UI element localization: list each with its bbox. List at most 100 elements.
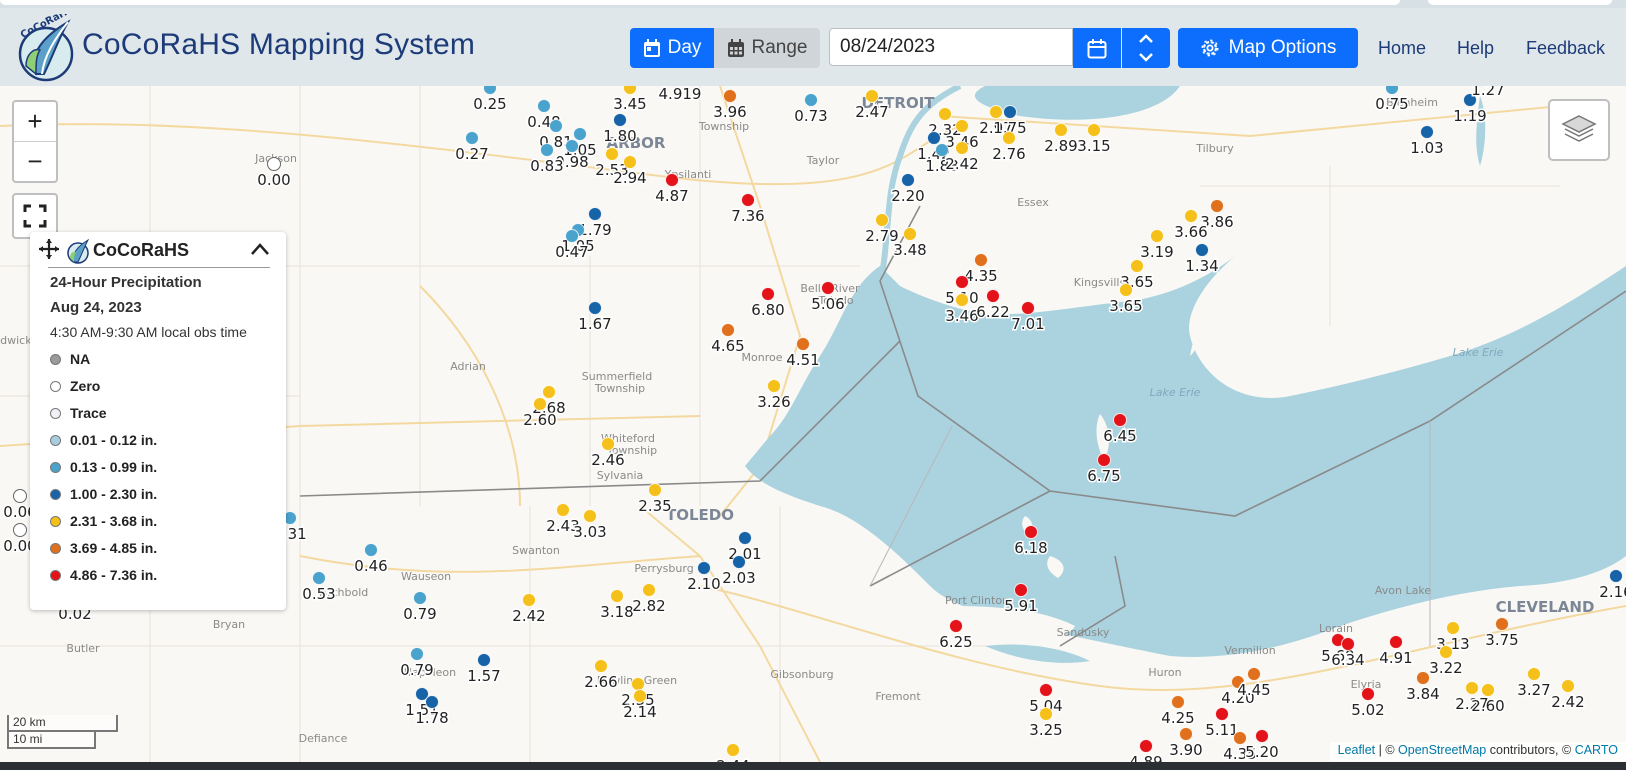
station-dot[interactable] [1561, 679, 1575, 693]
station-dot[interactable] [573, 127, 587, 141]
station-dot[interactable] [1465, 681, 1479, 695]
station-dot[interactable] [483, 86, 497, 95]
station-dot[interactable] [741, 193, 755, 207]
station-dot[interactable] [1119, 283, 1133, 297]
station-dot[interactable] [1495, 617, 1509, 631]
range-button[interactable]: Range [714, 28, 820, 68]
carto-link[interactable]: CARTO [1575, 743, 1618, 757]
station-marker[interactable]: 4.919 [657, 86, 703, 105]
calendar-button[interactable] [1073, 28, 1121, 68]
map-canvas[interactable]: JacksonDETROITTaylorTownshipEssexTilbury… [0, 86, 1626, 762]
station-dot[interactable] [542, 385, 556, 399]
station-dot[interactable] [1087, 123, 1101, 137]
station-dot[interactable] [642, 583, 656, 597]
station-dot[interactable] [986, 289, 1000, 303]
station-dot[interactable] [613, 113, 627, 127]
station-dot[interactable] [1439, 645, 1453, 659]
station-dot[interactable] [588, 207, 602, 221]
station-dot[interactable] [903, 227, 917, 241]
station-dot[interactable] [955, 275, 969, 289]
station-dot[interactable] [726, 743, 740, 757]
day-button[interactable]: Day [630, 28, 714, 68]
layers-button[interactable] [1548, 99, 1610, 161]
station-dot[interactable] [1527, 667, 1541, 681]
station-dot[interactable] [605, 147, 619, 161]
station-dot[interactable] [1130, 259, 1144, 273]
station-dot[interactable] [1184, 209, 1198, 223]
station-dot[interactable] [623, 155, 637, 169]
station-dot[interactable] [1097, 453, 1111, 467]
date-input[interactable] [829, 28, 1073, 66]
station-dot[interactable] [1150, 229, 1164, 243]
station-dot[interactable] [974, 253, 988, 267]
station-dot[interactable] [556, 503, 570, 517]
station-dot[interactable] [1389, 635, 1403, 649]
station-dot[interactable] [1361, 687, 1375, 701]
station-dot[interactable] [821, 281, 835, 295]
station-dot[interactable] [413, 591, 427, 605]
station-dot[interactable] [1054, 123, 1068, 137]
station-dot[interactable] [1247, 667, 1261, 681]
station-dot[interactable] [533, 397, 547, 411]
station-dot[interactable] [13, 523, 27, 537]
station-dot[interactable] [1139, 739, 1153, 753]
zoom-in-button[interactable]: + [14, 102, 56, 141]
station-dot[interactable] [665, 173, 679, 187]
station-dot[interactable] [875, 213, 889, 227]
station-dot[interactable] [623, 86, 637, 95]
osm-link[interactable]: OpenStreetMap [1398, 743, 1486, 757]
map-options-button[interactable]: Map Options [1178, 28, 1358, 68]
station-dot[interactable] [1039, 707, 1053, 721]
date-stepper-button[interactable] [1122, 28, 1170, 68]
collapse-chevron-up-icon[interactable] [250, 242, 270, 256]
station-dot[interactable] [565, 229, 579, 243]
station-dot[interactable] [465, 131, 479, 145]
station-dot[interactable] [522, 593, 536, 607]
station-dot[interactable] [1014, 583, 1028, 597]
station-dot[interactable] [537, 99, 551, 113]
station-dot[interactable] [1002, 131, 1016, 145]
station-dot[interactable] [1113, 413, 1127, 427]
station-dot[interactable] [583, 509, 597, 523]
station-dot[interactable] [1341, 637, 1355, 651]
station-dot[interactable] [697, 561, 711, 575]
station-dot[interactable] [1416, 671, 1430, 685]
station-dot[interactable] [565, 139, 579, 153]
station-dot[interactable] [723, 89, 737, 103]
station-dot[interactable] [540, 143, 554, 157]
station-dot[interactable] [1179, 727, 1193, 741]
move-icon[interactable] [38, 238, 60, 260]
station-dot[interactable] [1215, 707, 1229, 721]
station-dot[interactable] [1609, 569, 1623, 583]
station-dot[interactable] [1420, 125, 1434, 139]
station-dot[interactable] [610, 589, 624, 603]
nav-feedback-link[interactable]: Feedback [1526, 38, 1605, 59]
station-dot[interactable] [804, 93, 818, 107]
station-dot[interactable] [1210, 199, 1224, 213]
station-dot[interactable] [732, 555, 746, 569]
station-dot[interactable] [1171, 695, 1185, 709]
station-dot[interactable] [267, 157, 281, 171]
station-dot[interactable] [1039, 683, 1053, 697]
station-dot[interactable] [477, 653, 491, 667]
station-dot[interactable] [549, 119, 563, 133]
station-dot[interactable] [865, 89, 879, 103]
station-dot[interactable] [955, 141, 969, 155]
station-marker[interactable]: 1.27 [1470, 86, 1506, 101]
station-dot[interactable] [927, 131, 941, 145]
station-dot[interactable] [1021, 301, 1035, 315]
station-dot[interactable] [13, 489, 27, 503]
station-dot[interactable] [955, 293, 969, 307]
station-dot[interactable] [1195, 243, 1209, 257]
station-dot[interactable] [312, 571, 326, 585]
station-dot[interactable] [364, 543, 378, 557]
station-dot[interactable] [1024, 525, 1038, 539]
station-dot[interactable] [1255, 729, 1269, 743]
station-dot[interactable] [633, 689, 647, 703]
station-dot[interactable] [938, 107, 952, 121]
station-dot[interactable] [901, 173, 915, 187]
station-dot[interactable] [721, 323, 735, 337]
station-dot[interactable] [796, 337, 810, 351]
station-dot[interactable] [955, 119, 969, 133]
station-dot[interactable] [601, 437, 615, 451]
